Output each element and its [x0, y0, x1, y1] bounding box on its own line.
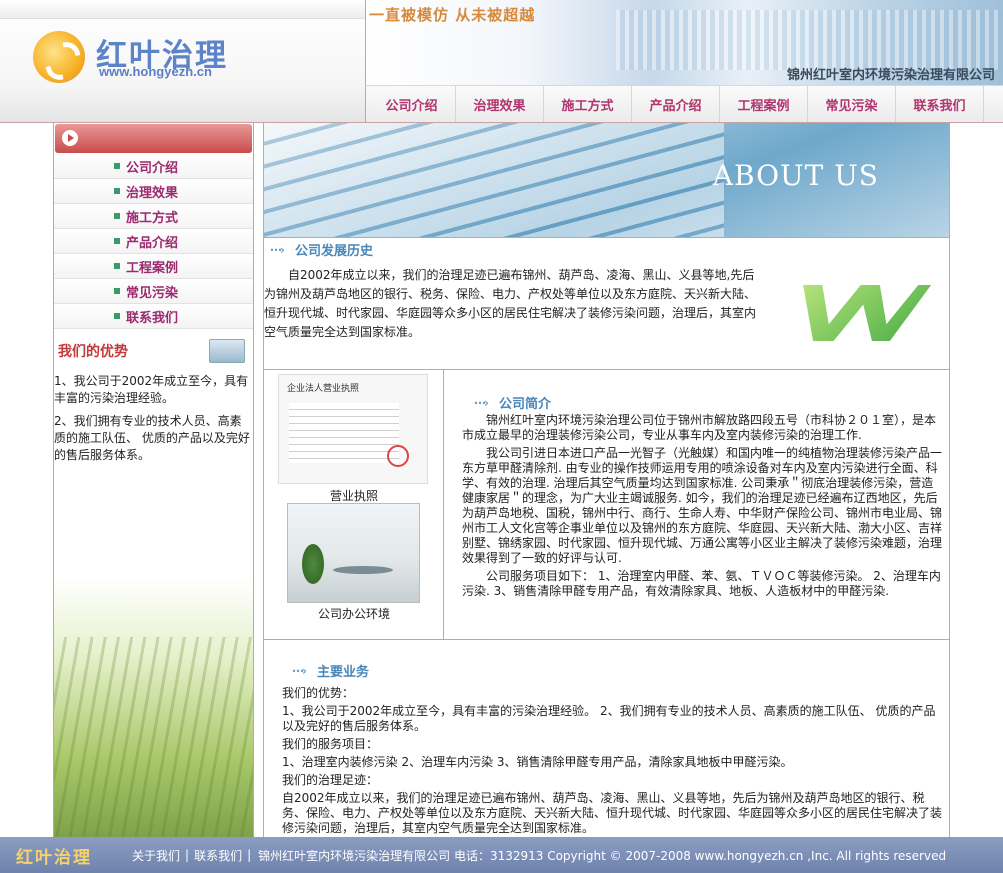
business-paragraph: 1、我公司于2002年成立至今，具有丰富的污染治理经验。 2、我们拥有专业的技术…: [282, 704, 936, 733]
business-label: 我们的优势：: [282, 686, 355, 700]
bullet-icon: [114, 213, 120, 219]
history-text: 自2002年成立以来，我们的治理足迹已遍布锦州、葫芦岛、凌海、黑山、义县等地,先…: [264, 268, 757, 339]
sidebar-item-label: 产品介绍: [126, 235, 179, 251]
intro-heading: ⋯› 公司简介: [474, 393, 551, 413]
footer-link-about[interactable]: 关于我们: [130, 847, 182, 864]
header-banner: 一直被模仿 从未被超越 锦州红叶室内环境污染治理有限公司: [365, 0, 1003, 85]
banner-slogan: 一直被模仿 从未被超越: [369, 6, 536, 24]
divider: [264, 639, 949, 640]
www-figures-image: [784, 263, 934, 363]
bullet-icon: [114, 188, 120, 194]
keyboard-image: [264, 123, 724, 237]
logo-tab-strip: [0, 0, 365, 19]
main-content: ABOUT US ⋯› 公司发展历史 自2002年成立以来，我们的治理足迹已遍布…: [263, 123, 950, 837]
logo-url: www.hongyezh.cn: [99, 64, 212, 79]
logo-area: 红叶治理 www.hongyezh.cn: [0, 0, 365, 123]
nav-methods[interactable]: 施工方式: [544, 86, 632, 122]
bullet-icon: [114, 288, 120, 294]
site-header: 红叶治理 www.hongyezh.cn 一直被模仿 从未被超越 锦州红叶室内环…: [0, 0, 1003, 123]
plant-image: [302, 544, 324, 584]
business-label: 我们的服务项目：: [282, 737, 379, 751]
sidebar-item-cases[interactable]: 工程案例: [54, 254, 253, 279]
intro-paragraph: 我公司引进日本进口产品一光智子（光触媒）和国内唯一的纯植物治理装修污染产品一东方…: [462, 446, 943, 565]
advantage-title: 我们的优势: [58, 344, 128, 360]
play-icon: [62, 130, 78, 146]
table-image: [333, 566, 393, 574]
sidebar-item-label: 工程案例: [126, 260, 179, 276]
sidebar-item-products[interactable]: 产品介绍: [54, 229, 253, 254]
arrow-icon: ⋯›: [270, 242, 285, 257]
business-title: 主要业务: [316, 665, 369, 680]
nav-cases[interactable]: 工程案例: [720, 86, 808, 122]
advantage-item: 2、我们拥有专业的技术人员、高素质的施工队伍、 优质的产品以及完好的售后服务体系…: [54, 414, 250, 462]
footer-logo: 红叶治理: [16, 847, 92, 868]
arrow-icon: ⋯›: [474, 395, 489, 410]
sidebar-item-pollution[interactable]: 常见污染: [54, 279, 253, 304]
intro-title: 公司简介: [498, 397, 551, 412]
business-heading: ⋯› 主要业务: [292, 661, 369, 681]
sidebar-item-label: 常见污染: [126, 285, 179, 301]
left-sidebar: 公司介绍 治理效果 施工方式 产品介绍 工程案例 常见污染 联系我们 我们的优势…: [53, 123, 254, 837]
sidebar-item-about[interactable]: 公司介绍: [54, 154, 253, 179]
intro-text: 锦州红叶室内环境污染治理公司位于锦州市解放路四段五号（市科协２０１室），是本市成…: [462, 413, 944, 602]
bullet-icon: [114, 238, 120, 244]
license-header: 企业法人营业执照: [287, 384, 360, 394]
office-image: [287, 503, 420, 603]
history-heading: ⋯› 公司发展历史: [270, 240, 373, 260]
separator: |: [247, 848, 252, 862]
history-title: 公司发展历史: [294, 244, 373, 259]
photos-column: 企业法人营业执照 营业执照: [264, 370, 444, 639]
footer-links: 关于我们 | 联系我们 | 锦州红叶室内环境污染治理有限公司 电话：313291…: [130, 847, 946, 864]
footer-copyright: 锦州红叶室内环境污染治理有限公司 电话：3132913 Copyright © …: [258, 848, 947, 863]
bullet-icon: [114, 313, 120, 319]
sidebar-item-results[interactable]: 治理效果: [54, 179, 253, 204]
nav-products[interactable]: 产品介绍: [632, 86, 720, 122]
license-image: 企业法人营业执照: [278, 374, 428, 484]
separator: |: [185, 848, 190, 862]
logo-mark-icon: [33, 31, 85, 83]
sidebar-item-label: 施工方式: [126, 210, 179, 226]
main-nav: 公司介绍 治理效果 施工方式 产品介绍 工程案例 常见污染 联系我们: [365, 85, 1003, 123]
wheat-image: [54, 577, 253, 837]
computer-icon: [209, 339, 245, 363]
license-text-lines: [289, 403, 399, 463]
seal-icon: [387, 445, 409, 467]
bullet-icon: [114, 263, 120, 269]
office-label: 公司办公环境: [317, 607, 390, 621]
license-label: 营业执照: [329, 489, 378, 503]
sidebar-header: [55, 124, 252, 153]
sidebar-item-methods[interactable]: 施工方式: [54, 204, 253, 229]
bullet-icon: [114, 163, 120, 169]
sidebar-item-contact[interactable]: 联系我们: [54, 304, 253, 329]
site-footer: 红叶治理 关于我们 | 联系我们 | 锦州红叶室内环境污染治理有限公司 电话：3…: [0, 837, 1003, 873]
business-paragraph: 1、治理室内装修污染 2、治理车内污染 3、销售清除甲醛专用产品，清除家具地板中…: [282, 755, 793, 769]
sidebar-item-label: 公司介绍: [126, 160, 179, 176]
sidebar-item-label: 治理效果: [126, 185, 179, 201]
about-banner-title: ABOUT US: [712, 159, 879, 192]
nav-pollution[interactable]: 常见污染: [808, 86, 896, 122]
nav-about[interactable]: 公司介绍: [368, 86, 456, 122]
waterfall-image: [616, 10, 1003, 70]
sidebar-item-label: 联系我们: [126, 310, 179, 326]
advantage-item: 1、我公司于2002年成立至今，具有丰富的污染治理经验。: [54, 374, 249, 405]
about-banner: ABOUT US: [264, 123, 949, 238]
banner-company-name: 锦州红叶室内环境污染治理有限公司: [786, 68, 995, 83]
intro-paragraph: 公司服务项目如下： 1、治理室内甲醛、苯、氨、ＴＶＯＣ等装修污染。 2、治理车内…: [462, 569, 941, 598]
advantage-heading: 我们的优势: [54, 335, 253, 367]
nav-contact[interactable]: 联系我们: [896, 86, 984, 122]
www-letters-image: [785, 285, 931, 341]
business-text: 我们的优势： 1、我公司于2002年成立至今，具有丰富的污染治理经验。 2、我们…: [282, 686, 946, 839]
footer-link-contact[interactable]: 联系我们: [192, 847, 244, 864]
intro-paragraph: 锦州红叶室内环境污染治理公司位于锦州市解放路四段五号（市科协２０１室），是本市成…: [462, 413, 937, 442]
arrow-icon: ⋯›: [292, 663, 307, 678]
business-paragraph: 自2002年成立以来，我们的治理足迹已遍布锦州、葫芦岛、凌海、黑山、义县等地，先…: [282, 791, 943, 835]
nav-results[interactable]: 治理效果: [456, 86, 544, 122]
business-label: 我们的治理足迹：: [282, 773, 379, 787]
